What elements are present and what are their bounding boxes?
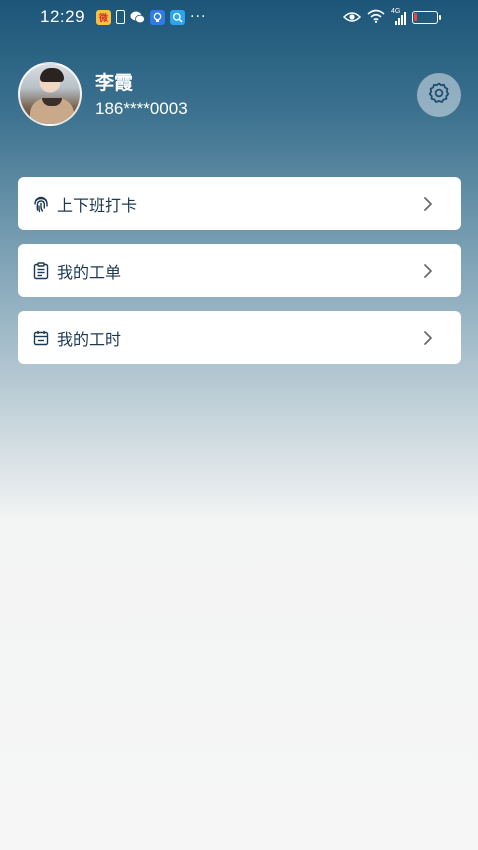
avatar[interactable]: [18, 62, 82, 126]
wifi-icon: [367, 8, 385, 27]
menu-item-label: 我的工时: [57, 329, 122, 349]
status-time: 12:29: [40, 7, 86, 26]
chevron-right-icon: [423, 195, 433, 213]
signal-icon: 4G: [391, 8, 406, 25]
network-type-label: 4G: [391, 8, 401, 15]
profile-name: 李霞: [95, 72, 134, 94]
more-icon: ···: [190, 9, 207, 25]
profile-phone: 186****0003: [95, 99, 188, 118]
gear-icon: [427, 81, 451, 109]
chevron-right-icon: [423, 262, 433, 280]
menu-item-label: 上下班打卡: [57, 195, 138, 215]
bulb-app-icon: [150, 9, 166, 25]
chevron-right-icon: [423, 329, 433, 347]
clipboard-icon: [32, 261, 50, 280]
search-app-icon: [170, 9, 186, 25]
menu-item-work-hours[interactable]: 我的工时: [18, 311, 461, 364]
status-bar: 12:29 微 ··· 4G: [0, 0, 478, 34]
menu-item-label: 我的工单: [57, 262, 122, 282]
wechat-icon: [130, 10, 145, 25]
menu-item-clock-in[interactable]: 上下班打卡: [18, 177, 461, 230]
settings-button[interactable]: [417, 73, 461, 117]
eye-icon: [342, 8, 362, 27]
calendar-icon: [32, 329, 50, 347]
fingerprint-icon: [32, 195, 50, 213]
battery-icon: [412, 10, 441, 24]
menu-item-work-orders[interactable]: 我的工单: [18, 244, 461, 297]
weibo-icon: 微: [96, 9, 112, 25]
phone-icon: [116, 10, 126, 24]
